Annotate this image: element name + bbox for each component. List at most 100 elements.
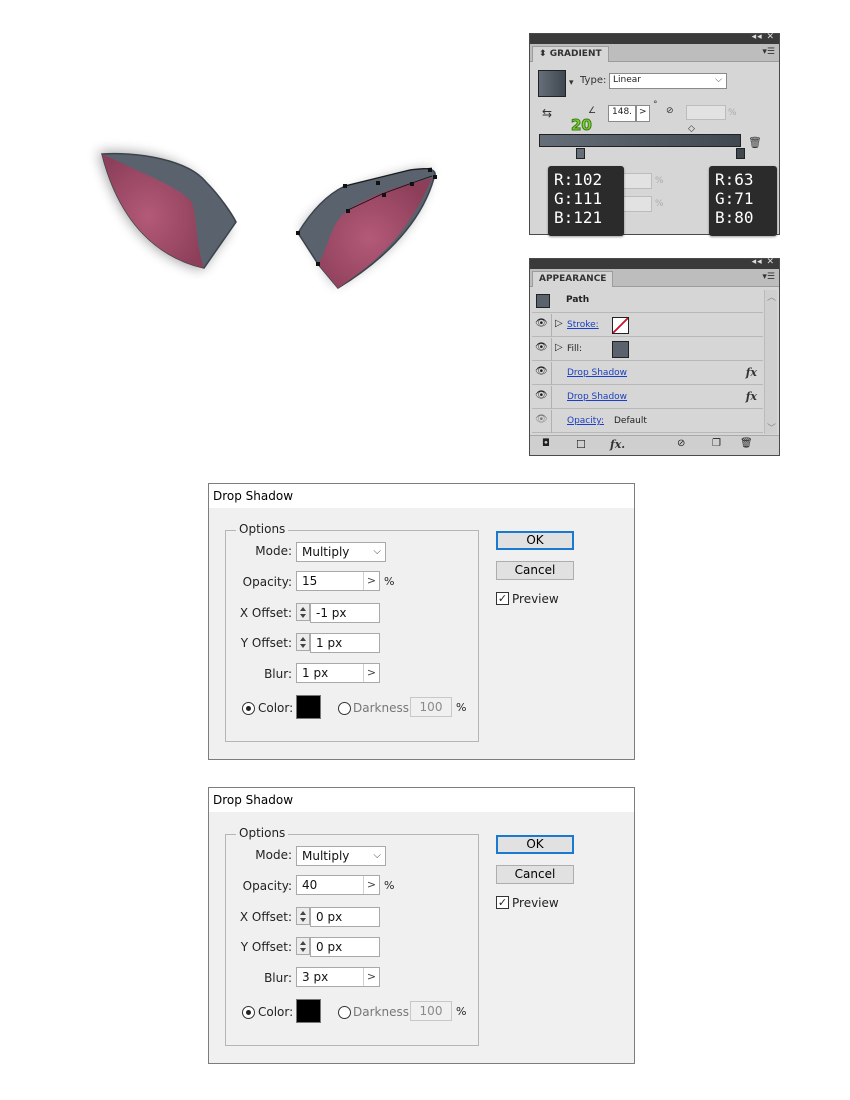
eye-icon[interactable]: 👁 <box>535 318 548 329</box>
fill-label[interactable]: Fill: <box>567 344 582 354</box>
opacity-input[interactable]: 15 > <box>296 571 380 591</box>
path-row[interactable]: Path <box>532 290 763 313</box>
y-offset-stepper[interactable] <box>296 633 310 651</box>
options-label: Options <box>236 826 289 840</box>
aspect-input[interactable] <box>686 105 726 120</box>
eye-icon[interactable]: 👁 <box>535 390 548 401</box>
x-offset-stepper[interactable] <box>296 603 310 621</box>
delete-stop-icon[interactable]: 🗑 <box>748 136 762 149</box>
expand-triangle-icon[interactable]: ▷ <box>555 318 563 329</box>
cancel-button[interactable]: Cancel <box>496 561 574 580</box>
drop-shadow-link-1[interactable]: Drop Shadow <box>567 368 627 378</box>
delete-item-icon[interactable]: 🗑 <box>740 438 753 449</box>
add-effect-icon[interactable]: fx. <box>610 438 625 451</box>
angle-input[interactable]: 148. <box>608 105 636 122</box>
path-label: Path <box>566 295 590 305</box>
darkness-radio[interactable] <box>338 1006 351 1019</box>
color-radio[interactable] <box>242 702 255 715</box>
right-ear <box>296 167 437 289</box>
darkness-radio[interactable] <box>338 702 351 715</box>
y-offset-label: Y Offset: <box>240 940 292 954</box>
shadow-color-swatch[interactable] <box>296 999 321 1023</box>
opacity-slider-arrow[interactable]: > <box>363 876 379 894</box>
appearance-panel: ◂◂ ✕ APPEARANCE ▾☰ Path 👁 ▷ Stroke: 👁 ▷ … <box>529 257 780 456</box>
expand-triangle-icon[interactable]: ▷ <box>555 342 563 353</box>
mode-select[interactable]: Multiply ⌵ <box>296 846 386 866</box>
scroll-down-icon[interactable]: ﹀ <box>767 421 776 434</box>
fill-swatch[interactable] <box>612 341 629 358</box>
duplicate-item-icon[interactable]: ❐ <box>712 438 721 449</box>
gradient-swatch[interactable] <box>538 70 566 97</box>
gradient-slider[interactable] <box>539 134 741 147</box>
swatch-dropdown-icon[interactable]: ▾ <box>569 78 574 88</box>
ok-button[interactable]: OK <box>496 835 574 854</box>
eye-icon[interactable]: 👁 <box>535 414 548 425</box>
cancel-button[interactable]: Cancel <box>496 865 574 884</box>
eye-icon[interactable]: 👁 <box>535 342 548 353</box>
y-offset-stepper[interactable] <box>296 937 310 955</box>
eye-icon[interactable]: 👁 <box>535 366 548 377</box>
add-new-fill-icon[interactable]: ☐ <box>576 438 586 451</box>
scroll-up-icon[interactable]: ︿ <box>767 290 776 303</box>
chevron-down-icon: ⌵ <box>373 850 381 861</box>
reverse-gradient-icon[interactable]: ⇆ <box>542 106 552 120</box>
ok-button[interactable]: OK <box>496 531 574 550</box>
opacity-link[interactable]: Opacity: <box>567 416 604 426</box>
panel-titlebar[interactable]: ◂◂ ✕ <box>530 257 779 269</box>
color-stop-left[interactable] <box>576 148 585 159</box>
panel-titlebar[interactable]: ◂◂ ✕ <box>530 32 779 44</box>
add-new-stroke-icon[interactable]: ◘ <box>542 438 550 449</box>
dialog-title: Drop Shadow <box>209 484 634 508</box>
preview-checkbox[interactable]: ✓ <box>496 896 509 909</box>
opacity-input[interactable]: 40 > <box>296 875 380 895</box>
location-input-2[interactable] <box>622 196 652 212</box>
stroke-row[interactable]: 👁 ▷ Stroke: <box>532 314 763 337</box>
y-offset-input[interactable]: 0 px <box>310 937 380 957</box>
panel-menu-icon[interactable]: ▾☰ <box>762 47 775 57</box>
location-percent-2: % <box>655 199 664 209</box>
panel-menu-icon[interactable]: ▾☰ <box>762 272 775 282</box>
collapse-close-icons[interactable]: ◂◂ ✕ <box>752 257 775 267</box>
x-offset-input[interactable]: -1 px <box>310 603 380 623</box>
opacity-row[interactable]: 👁 Opacity: Default <box>532 410 763 433</box>
drop-shadow-row-1[interactable]: 👁 Drop Shadow fx <box>532 362 763 385</box>
mode-label: Mode: <box>255 848 292 862</box>
darkness-input[interactable]: 100 <box>410 1001 452 1021</box>
opacity-slider-arrow[interactable]: > <box>363 572 379 590</box>
blur-slider-arrow[interactable]: > <box>363 664 379 682</box>
location-input-1[interactable] <box>622 173 652 189</box>
degree-symbol: ° <box>653 100 658 110</box>
mode-select[interactable]: Multiply ⌵ <box>296 542 386 562</box>
drop-shadow-link-2[interactable]: Drop Shadow <box>567 392 627 402</box>
x-offset-stepper[interactable] <box>296 907 310 925</box>
rgb-left-r: R:102 <box>554 170 603 189</box>
x-offset-input[interactable]: 0 px <box>310 907 380 927</box>
type-select[interactable]: Linear ⌵ <box>609 73 727 89</box>
blur-input[interactable]: 1 px > <box>296 663 380 683</box>
opacity-unit: % <box>384 575 395 588</box>
blur-input[interactable]: 3 px > <box>296 967 380 987</box>
rgb-left-b: B:121 <box>554 208 603 227</box>
y-offset-input[interactable]: 1 px <box>310 633 380 653</box>
scrollbar[interactable]: ︿ ﹀ <box>764 290 777 434</box>
angle-arrow[interactable]: > <box>636 105 650 122</box>
darkness-input[interactable]: 100 <box>410 697 452 717</box>
blur-slider-arrow[interactable]: > <box>363 968 379 986</box>
color-radio[interactable] <box>242 1006 255 1019</box>
stroke-link[interactable]: Stroke: <box>567 320 599 330</box>
stroke-none-swatch-icon[interactable] <box>612 317 629 334</box>
collapse-close-icons[interactable]: ◂◂ ✕ <box>752 32 775 42</box>
darkness-unit: % <box>456 1005 467 1018</box>
fill-row[interactable]: 👁 ▷ Fill: <box>532 338 763 361</box>
tab-gradient[interactable]: ⬍ GRADIENT <box>532 46 609 62</box>
preview-checkbox[interactable]: ✓ <box>496 592 509 605</box>
drop-shadow-row-2[interactable]: 👁 Drop Shadow fx <box>532 386 763 409</box>
color-stop-right[interactable] <box>736 148 745 159</box>
tab-appearance[interactable]: APPEARANCE <box>532 271 614 287</box>
midpoint-diamond-icon[interactable]: ◇ <box>688 124 695 134</box>
shadow-color-swatch[interactable] <box>296 695 321 719</box>
clear-appearance-icon[interactable]: ⊘ <box>677 438 685 449</box>
fx-icon: fx <box>745 390 757 403</box>
preview-label: Preview <box>512 896 559 910</box>
darkness-unit: % <box>456 701 467 714</box>
